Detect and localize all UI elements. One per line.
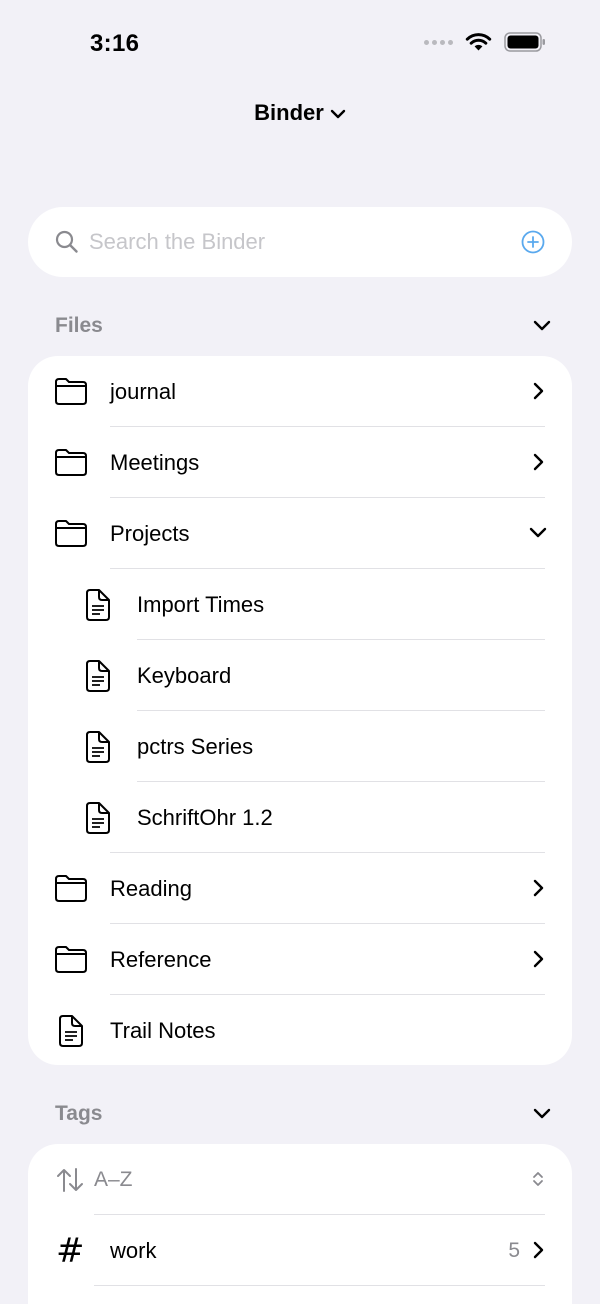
search-placeholder: Search the Binder [89, 229, 266, 254]
sort-order-label: A–Z [94, 1168, 133, 1191]
file-row-schriftohr[interactable]: SchriftOhr 1.2 [28, 782, 572, 853]
search-field[interactable]: Search the Binder [28, 207, 572, 277]
binder-title-menu[interactable]: Binder [0, 100, 600, 126]
wifi-icon [465, 33, 492, 51]
folder-icon [55, 449, 87, 476]
files-section-header[interactable]: Files [55, 314, 555, 344]
battery-icon [504, 32, 545, 52]
file-row-import-times[interactable]: Import Times [28, 569, 572, 640]
chevron-down-icon[interactable] [533, 320, 551, 332]
document-icon [59, 1015, 83, 1047]
tag-row-work[interactable]: # work 5 [28, 1215, 572, 1286]
file-row-pctrs-series[interactable]: pctrs Series [28, 711, 572, 782]
file-row-label: Reading [110, 876, 192, 901]
file-row-reading[interactable]: Reading [28, 853, 572, 924]
page-title: Binder [254, 100, 324, 125]
tags-header-label: Tags [55, 1102, 103, 1125]
hashtag-icon: # [56, 1231, 85, 1271]
chevron-right-icon [533, 950, 544, 968]
file-row-label: Import Times [137, 592, 265, 617]
document-icon [86, 660, 110, 692]
folder-icon [55, 875, 87, 902]
file-row-label: Meetings [110, 450, 200, 475]
folder-icon [55, 520, 87, 547]
status-time: 3:16 [90, 30, 140, 57]
tags-section-header[interactable]: Tags [55, 1102, 555, 1132]
chevron-down-icon[interactable] [533, 1108, 551, 1120]
file-row-trail-notes[interactable]: Trail Notes [28, 995, 572, 1065]
tag-count: 5 [508, 1239, 520, 1262]
file-row-keyboard[interactable]: Keyboard [28, 640, 572, 711]
files-list: journal Meetings Projects Import Times K… [28, 356, 572, 1065]
status-bar: 3:16 [0, 0, 600, 90]
chevron-down-icon [529, 527, 547, 538]
file-row-reference[interactable]: Reference [28, 924, 572, 995]
files-header-label: Files [55, 314, 103, 337]
file-row-label: pctrs Series [137, 734, 254, 759]
tag-row-label: work [110, 1238, 157, 1263]
chevron-right-icon [533, 879, 544, 897]
chevron-up-down-icon [533, 1172, 543, 1186]
file-row-journal[interactable]: journal [28, 356, 572, 427]
folder-icon [55, 378, 87, 405]
chevron-right-icon [533, 1241, 544, 1259]
add-circle-icon[interactable] [521, 230, 545, 254]
file-row-label: Reference [110, 947, 212, 972]
file-row-label: Trail Notes [110, 1018, 216, 1043]
document-icon [86, 802, 110, 834]
file-row-projects[interactable]: Projects [28, 498, 572, 569]
file-row-label: SchriftOhr 1.2 [137, 805, 273, 830]
tags-list: A–Z # work 5 [28, 1144, 572, 1304]
document-icon [86, 731, 110, 763]
tag-sort-row[interactable]: A–Z [28, 1144, 572, 1215]
folder-icon [55, 946, 87, 973]
document-icon [86, 589, 110, 621]
file-row-meetings[interactable]: Meetings [28, 427, 572, 498]
file-row-label: journal [110, 379, 177, 404]
chevron-right-icon [533, 453, 544, 471]
file-row-label: Keyboard [137, 663, 232, 688]
chevron-down-icon [330, 109, 346, 119]
file-row-label: Projects [110, 521, 190, 546]
chevron-right-icon [533, 382, 544, 400]
status-icons [424, 32, 546, 52]
row-divider [94, 1285, 545, 1286]
sort-arrows-icon [57, 1168, 83, 1192]
cellular-signal-icon [424, 39, 453, 45]
search-icon [55, 230, 78, 253]
